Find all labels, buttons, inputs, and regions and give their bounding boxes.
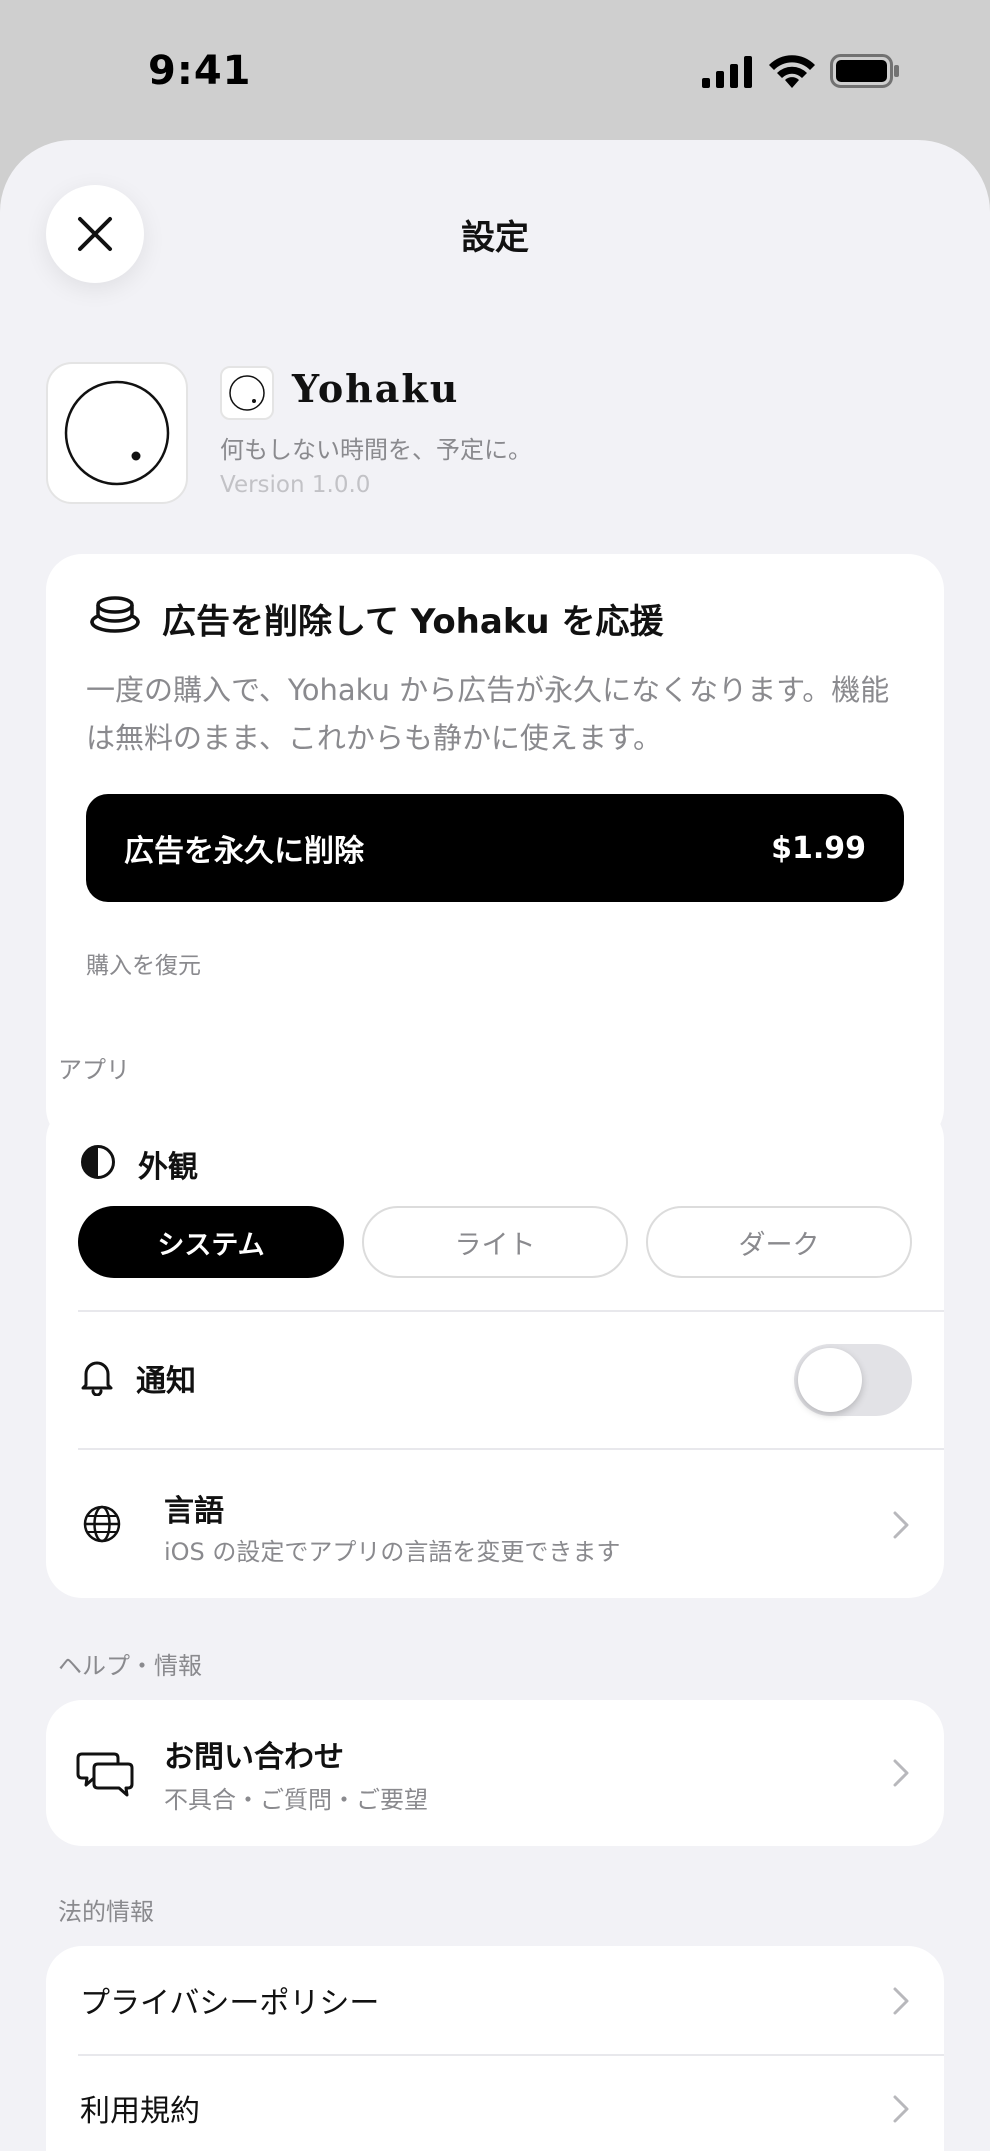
legal-card: プライバシーポリシー 利用規約 xyxy=(46,1946,944,2151)
cellular-signal-icon xyxy=(702,56,752,88)
coffee-cup-icon xyxy=(90,596,140,633)
appearance-option-system[interactable]: システム xyxy=(78,1206,344,1278)
wifi-icon xyxy=(769,55,815,88)
notifications-toggle[interactable] xyxy=(794,1344,912,1416)
section-label-app: アプリ xyxy=(58,1056,130,1084)
page-title: 設定 xyxy=(461,218,529,258)
app-settings-card: 外観 システム ライト ダーク 通知 言語 iOS の設定でアプリの言語を変更で… xyxy=(46,1104,944,1598)
terms-label: 利用規約 xyxy=(80,2094,200,2129)
app-logo-icon xyxy=(64,380,170,486)
language-label: 言語 xyxy=(164,1494,224,1529)
contact-row[interactable]: お問い合わせ 不具合・ご質問・ご要望 xyxy=(46,1700,944,1846)
contact-subtitle: 不具合・ご質問・ご要望 xyxy=(164,1786,428,1814)
section-label-legal: 法的情報 xyxy=(58,1898,154,1926)
status-time: 9:41 xyxy=(148,48,252,94)
privacy-policy-row[interactable]: プライバシーポリシー xyxy=(46,1946,944,2054)
language-row[interactable]: 言語 iOS の設定でアプリの言語を変更できます xyxy=(46,1450,944,1598)
language-subtitle: iOS の設定でアプリの言語を変更できます xyxy=(164,1538,621,1566)
bell-icon xyxy=(81,1361,113,1396)
chevron-right-icon xyxy=(893,1987,909,2015)
chat-bubbles-icon xyxy=(76,1752,134,1797)
app-name: Yohaku xyxy=(292,366,460,411)
divider xyxy=(78,1310,944,1312)
battery-icon xyxy=(830,54,899,88)
settings-sheet: 設定 Yohaku 何もしない時間を、予定に。 Version 1.0.0 広告… xyxy=(0,140,990,2151)
notifications-label: 通知 xyxy=(136,1364,196,1399)
app-version: Version 1.0.0 xyxy=(220,472,371,498)
app-logo-small xyxy=(220,366,274,420)
remove-ads-button[interactable]: 広告を永久に削除 $1.99 xyxy=(86,794,904,902)
toggle-knob xyxy=(798,1348,862,1412)
chevron-right-icon xyxy=(893,2095,909,2123)
contact-label: お問い合わせ xyxy=(164,1740,344,1775)
app-logo-small-icon xyxy=(229,375,265,411)
half-circle-icon xyxy=(81,1145,115,1179)
restore-purchase-link[interactable]: 購入を復元 xyxy=(86,946,201,980)
globe-icon xyxy=(83,1505,121,1543)
appearance-label: 外観 xyxy=(138,1150,198,1185)
app-logo xyxy=(46,362,188,504)
remove-ads-button-label: 広告を永久に削除 xyxy=(124,834,364,869)
remove-ads-description: 一度の購入で、Yohaku から広告が永久になくなります。機能は無料のまま、これ… xyxy=(86,673,890,755)
chevron-right-icon xyxy=(893,1511,909,1539)
appearance-option-dark[interactable]: ダーク xyxy=(646,1206,912,1278)
remove-ads-title: 広告を削除して Yohaku を応援 xyxy=(162,602,664,642)
app-tagline: 何もしない時間を、予定に。 xyxy=(220,436,532,464)
appearance-option-light[interactable]: ライト xyxy=(362,1206,628,1278)
terms-row[interactable]: 利用規約 xyxy=(46,2056,944,2151)
remove-ads-card: 広告を削除して Yohaku を応援 一度の購入で、Yohaku から広告が永久… xyxy=(46,554,944,1144)
section-label-help: ヘルプ・情報 xyxy=(58,1652,202,1680)
status-bar: 9:41 xyxy=(0,0,990,140)
remove-ads-price: $1.99 xyxy=(771,830,866,866)
chevron-right-icon xyxy=(893,1759,909,1787)
privacy-policy-label: プライバシーポリシー xyxy=(80,1986,380,2021)
